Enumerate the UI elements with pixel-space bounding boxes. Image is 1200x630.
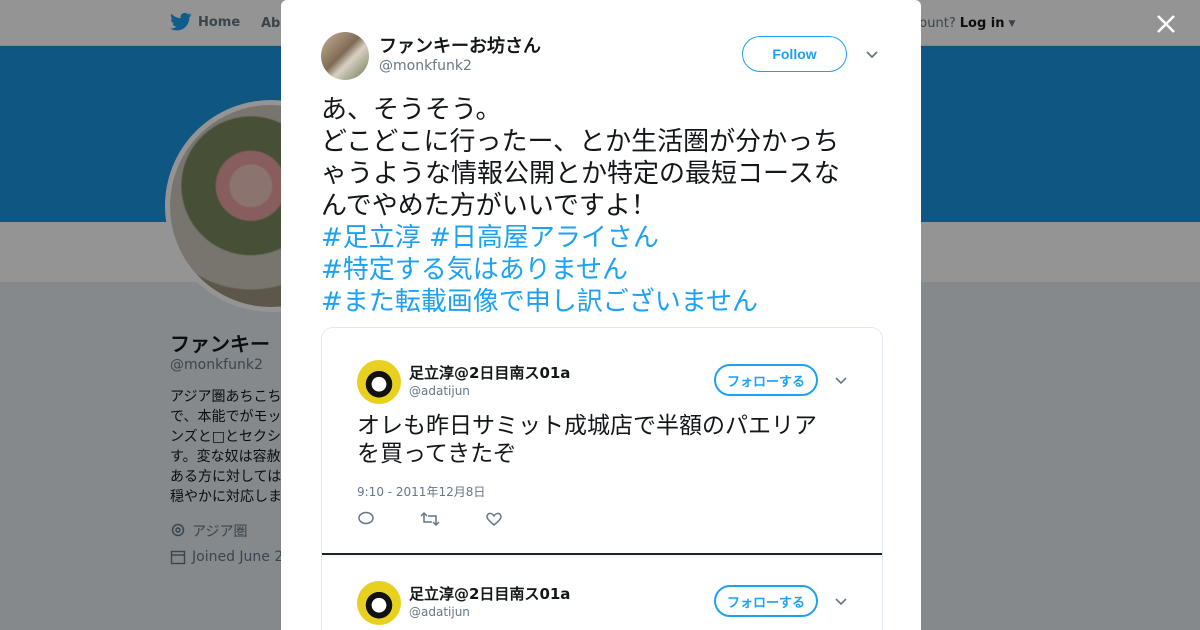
tweet-text-line: どこどこに行ったー、とか生活圏が分かっち xyxy=(321,127,840,157)
heart-icon xyxy=(486,512,502,526)
embedded-author-handle: @adatijun xyxy=(409,605,470,619)
follow-button[interactable]: Follow xyxy=(742,36,847,72)
chevron-down-icon xyxy=(835,377,847,385)
embedded-text-line: オレも昨日サミット成城店で半額のパエリア xyxy=(357,413,817,439)
tweet-modal: ファンキーお坊さん @monkfunk2 Follow あ、そうそう。 どこどこ… xyxy=(281,0,921,630)
embedded-text-line: を買ってきたぞ xyxy=(357,441,517,467)
embedded-author-handle: @adatijun xyxy=(409,384,470,398)
tweet-text-line: ゃうような情報公開とか特定の最短コースな xyxy=(321,159,840,189)
reply-icon xyxy=(358,511,374,525)
embedded-avatar xyxy=(357,360,401,404)
embedded-actions xyxy=(357,510,503,528)
embedded-tweet-screenshot: 足立淳@2日目南ス01a @adatijun フォローする オレも昨日サミット成… xyxy=(322,328,882,553)
embedded-avatar xyxy=(357,581,401,625)
embedded-follow-button: フォローする xyxy=(714,585,818,617)
embedded-author-name: 足立淳@2日目南ス01a xyxy=(409,585,571,603)
screenshot-divider xyxy=(322,553,882,561)
embedded-tweet-screenshot: 足立淳@2日目南ス01a @adatijun フォローする xyxy=(322,561,882,630)
retweet-icon xyxy=(420,511,440,527)
embedded-follow-button: フォローする xyxy=(714,364,818,396)
embedded-author-name: 足立淳@2日目南ス01a xyxy=(409,364,571,382)
tweet-media-image[interactable]: 足立淳@2日目南ス01a @adatijun フォローする オレも昨日サミット成… xyxy=(321,327,883,630)
tweet-text-line: あ、そうそう。 xyxy=(321,95,502,125)
embedded-date: 9:10 - 2011年12月8日 xyxy=(357,485,486,499)
tweet-text: あ、そうそう。 どこどこに行ったー、とか生活圏が分かっち ゃうような情報公開とか… xyxy=(321,94,886,318)
author-avatar[interactable] xyxy=(321,32,369,80)
tweet-text-line: んでやめた方がいいですよ！ xyxy=(321,191,657,221)
close-icon[interactable] xyxy=(1152,10,1180,38)
author-name[interactable]: ファンキーお坊さん xyxy=(379,32,541,58)
chevron-down-icon[interactable] xyxy=(863,46,881,64)
embedded-tweet-text: オレも昨日サミット成城店で半額のパエリア を買ってきたぞ xyxy=(357,412,857,468)
hashtag-line[interactable]: #特定する気はありません xyxy=(321,254,886,286)
chevron-down-icon xyxy=(835,598,847,606)
hashtag-line[interactable]: #また転載画像で申し訳ございません xyxy=(321,286,886,318)
hashtag-line[interactable]: #足立淳 #日高屋アライさん xyxy=(321,222,886,254)
author-handle[interactable]: @monkfunk2 xyxy=(379,58,472,74)
